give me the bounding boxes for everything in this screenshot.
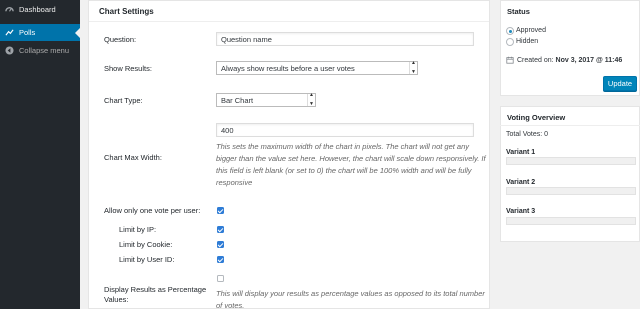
- sidebar-item-label: Collapse menu: [19, 46, 70, 55]
- status-title: Status: [507, 7, 530, 16]
- sidebar-item-dashboard[interactable]: Dashboard: [0, 0, 80, 18]
- variant-bar: [506, 157, 636, 165]
- one-vote-label: Allow only one vote per user:: [104, 206, 201, 215]
- variant-bar: [506, 217, 636, 225]
- hidden-label: Hidden: [516, 38, 539, 45]
- show-results-select[interactable]: Always show results before a user votes …: [216, 60, 418, 75]
- update-button[interactable]: Update: [603, 76, 637, 91]
- variant-label: Variant 2: [506, 179, 536, 186]
- chart-settings-panel: Chart Settings Question: Question name S…: [88, 0, 490, 309]
- percentage-label: Display Results as Percentage Values:: [104, 285, 207, 304]
- hidden-radio[interactable]: [506, 38, 514, 46]
- limit-userid-checkbox[interactable]: [217, 256, 224, 263]
- show-results-value: Always show results before a user votes: [221, 64, 355, 73]
- limit-ip-checkbox[interactable]: [217, 226, 224, 233]
- limit-cookie-checkbox[interactable]: [217, 241, 224, 248]
- divider: [500, 125, 640, 126]
- created-on-row: Created on: Nov 3, 2017 @ 11:46: [506, 56, 622, 64]
- current-menu-arrow: [75, 28, 80, 38]
- max-width-description: This sets the maximum width of the chart…: [216, 142, 486, 187]
- total-votes: Total Votes: 0: [506, 131, 549, 138]
- sidebar-item-label: Polls: [19, 28, 36, 37]
- percentage-description: This will display your results as percen…: [216, 289, 485, 309]
- admin-sidebar: Dashboard Polls Collapse menu: [0, 0, 80, 309]
- approved-label: Approved: [516, 27, 546, 34]
- collapse-icon: [5, 46, 14, 55]
- show-results-label: Show Results:: [104, 64, 152, 73]
- variant-label: Variant 1: [506, 149, 536, 156]
- chevron-down-icon: ▲ ▼: [409, 60, 417, 75]
- sidebar-item-label: Dashboard: [19, 4, 56, 14]
- question-input[interactable]: Question name: [216, 32, 474, 46]
- chevron-down-icon: ▲ ▼: [307, 92, 315, 107]
- limit-userid-label: Limit by User ID:: [119, 255, 175, 264]
- limit-ip-label: Limit by IP:: [119, 225, 157, 234]
- max-width-input[interactable]: 400: [216, 123, 474, 137]
- panel-title: Chart Settings: [99, 7, 154, 16]
- chart-type-value: Bar Chart: [221, 96, 254, 105]
- divider: [89, 21, 489, 22]
- sidebar-item-polls[interactable]: Polls: [0, 24, 80, 41]
- question-label: Question:: [104, 35, 137, 44]
- one-vote-checkbox[interactable]: [217, 207, 224, 214]
- variant-label: Variant 3: [506, 208, 536, 215]
- voting-overview-title: Voting Overview: [507, 113, 566, 122]
- chart-type-select[interactable]: Bar Chart ▲ ▼: [216, 92, 316, 107]
- created-date: Nov 3, 2017 @ 11:46: [555, 56, 623, 64]
- limit-cookie-label: Limit by Cookie:: [119, 240, 173, 249]
- polls-icon: [5, 28, 14, 37]
- calendar-icon: [506, 56, 514, 64]
- percentage-checkbox[interactable]: [217, 275, 224, 282]
- variant-bar: [506, 187, 636, 195]
- dashboard-icon: [5, 5, 14, 14]
- created-on-label: Created on:: [517, 56, 554, 64]
- collapse-menu-button[interactable]: Collapse menu: [0, 42, 80, 59]
- max-width-label: Chart Max Width:: [104, 153, 162, 162]
- approved-radio[interactable]: [506, 27, 514, 35]
- chart-type-label: Chart Type:: [104, 96, 143, 105]
